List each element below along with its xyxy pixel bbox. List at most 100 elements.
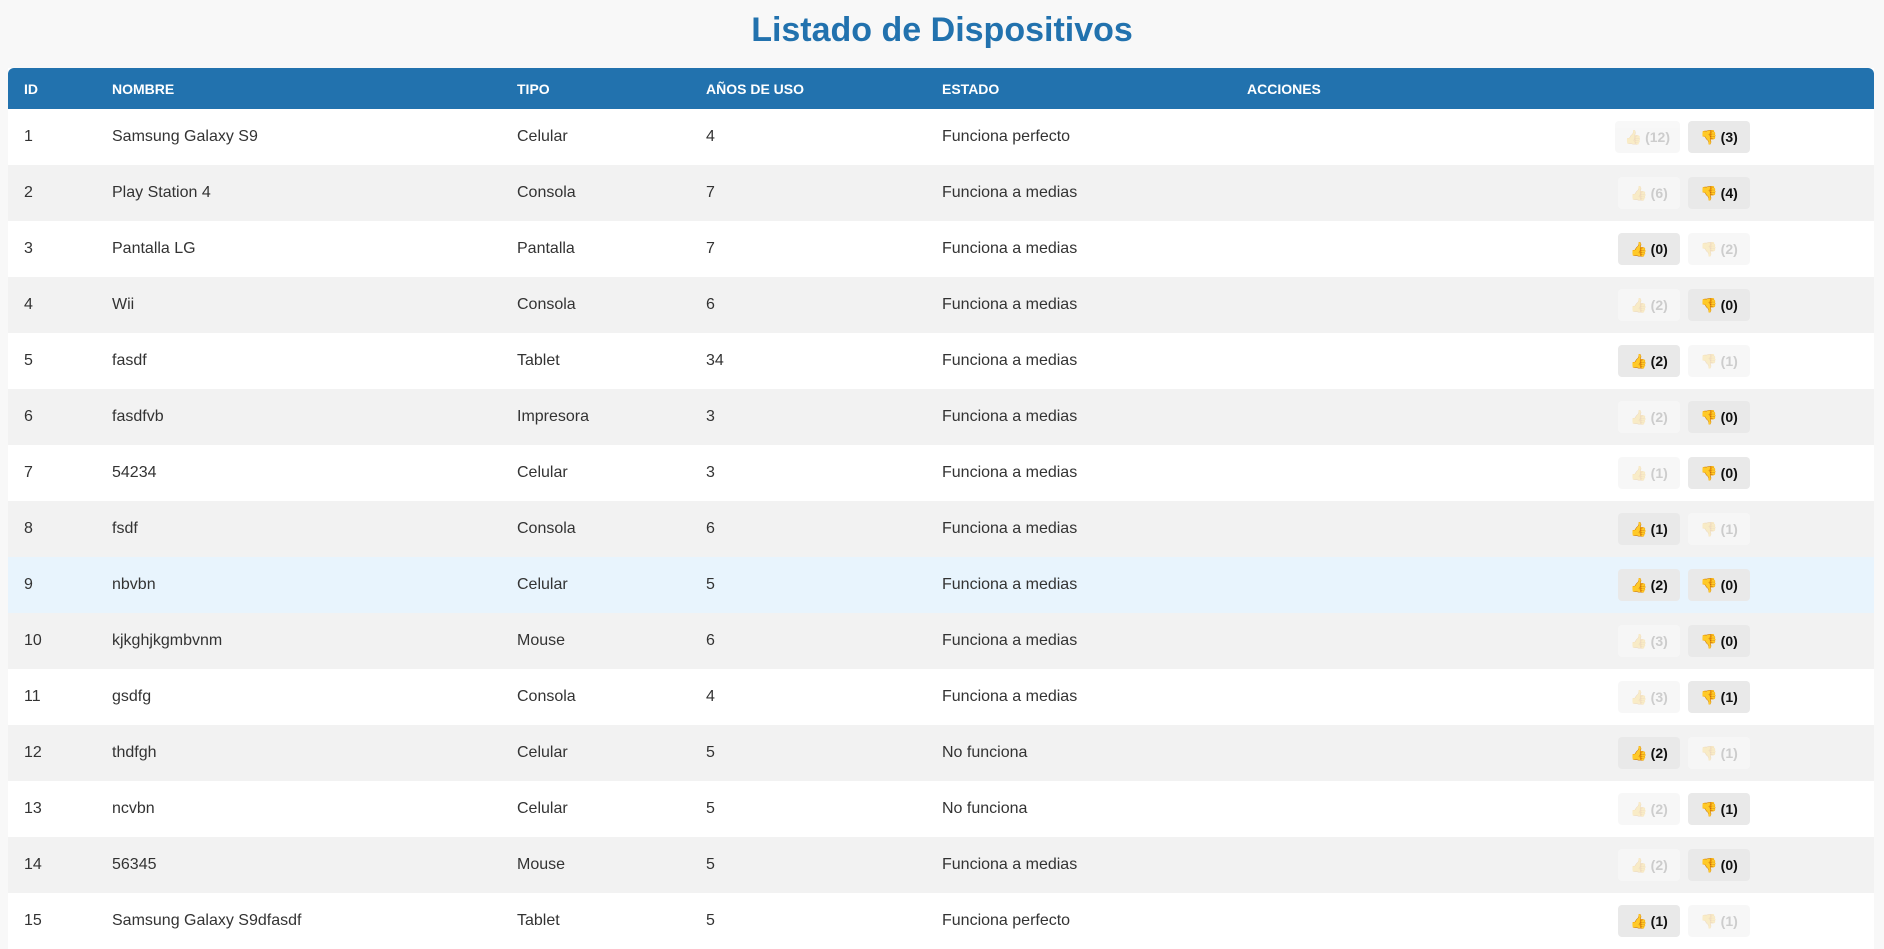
dislike-count: (0) (1720, 409, 1738, 425)
like-count: (1) (1650, 913, 1668, 929)
cell-id: 7 (8, 445, 96, 501)
thumbs-up-icon: 👍 (1630, 352, 1648, 369)
thumbs-up-icon: 👍 (1630, 184, 1648, 201)
thumbs-up-icon: 👍 (1630, 520, 1648, 537)
cell-anios-de-uso: 7 (690, 221, 926, 277)
thumbs-down-icon: 👎 (1700, 240, 1718, 257)
dislike-button[interactable]: 👎 (0) (1688, 289, 1750, 321)
dislike-count: (0) (1720, 577, 1738, 593)
vote-actions: 👍 (2) 👎 (0) (1231, 401, 1874, 433)
cell-nombre: nbvbn (96, 557, 501, 613)
dislike-button[interactable]: 👎 (4) (1688, 177, 1750, 209)
dislike-count: (0) (1720, 297, 1738, 313)
dislike-button[interactable]: 👎 (0) (1688, 569, 1750, 601)
vote-actions: 👍 (3) 👎 (0) (1231, 625, 1874, 657)
column-header-nombre: NOMBRE (96, 68, 501, 109)
like-button[interactable]: 👍 (2) (1618, 849, 1680, 881)
page-title: Listado de Dispositivos (751, 11, 1133, 49)
cell-acciones: 👍 (1) 👎 (1) (1231, 501, 1874, 557)
like-button[interactable]: 👍 (1) (1618, 905, 1680, 937)
cell-acciones: 👍 (2) 👎 (1) (1231, 781, 1874, 837)
thumbs-up-icon: 👍 (1630, 240, 1648, 257)
like-button[interactable]: 👍 (2) (1618, 737, 1680, 769)
cell-anios-de-uso: 5 (690, 725, 926, 781)
cell-nombre: Play Station 4 (96, 165, 501, 221)
dislike-button[interactable]: 👎 (2) (1688, 233, 1750, 265)
thumbs-down-icon: 👎 (1700, 520, 1718, 537)
cell-estado: Funciona a medias (926, 445, 1231, 501)
dislike-count: (1) (1720, 913, 1738, 929)
dislike-button[interactable]: 👎 (1) (1688, 513, 1750, 545)
cell-tipo: Consola (501, 501, 690, 557)
like-button[interactable]: 👍 (2) (1618, 401, 1680, 433)
dislike-button[interactable]: 👎 (0) (1688, 849, 1750, 881)
column-header-anios-de-uso: AÑOS DE USO (690, 68, 926, 109)
table-row: 13 ncvbn Celular 5 No funciona 👍 (2) 👎 (1) (8, 781, 1874, 837)
dislike-button[interactable]: 👎 (1) (1688, 793, 1750, 825)
like-count: (2) (1650, 857, 1668, 873)
table-row: 15 Samsung Galaxy S9dfasdf Tablet 5 Funciona… (8, 893, 1874, 949)
cell-id: 1 (8, 109, 96, 165)
cell-estado: Funciona a medias (926, 669, 1231, 725)
cell-tipo: Tablet (501, 893, 690, 949)
dislike-button[interactable]: 👎 (0) (1688, 401, 1750, 433)
column-header-tipo: TIPO (501, 68, 690, 109)
cell-tipo: Celular (501, 109, 690, 165)
cell-estado: Funciona a medias (926, 389, 1231, 445)
like-count: (2) (1650, 297, 1668, 313)
like-button[interactable]: 👍 (2) (1618, 289, 1680, 321)
column-header-acciones: ACCIONES (1231, 68, 1874, 109)
cell-acciones: 👍 (1) 👎 (1) (1231, 893, 1874, 949)
like-button[interactable]: 👍 (12) (1614, 121, 1680, 153)
cell-estado: Funciona a medias (926, 277, 1231, 333)
cell-acciones: 👍 (1) 👎 (0) (1231, 445, 1874, 501)
table-row: 14 56345 Mouse 5 Funciona a medias 👍 (2) 👎 (0) (8, 837, 1874, 893)
thumbs-up-icon: 👍 (1630, 408, 1648, 425)
like-button[interactable]: 👍 (0) (1618, 233, 1680, 265)
cell-anios-de-uso: 7 (690, 165, 926, 221)
thumbs-down-icon: 👎 (1700, 128, 1718, 145)
dislike-button[interactable]: 👎 (0) (1688, 625, 1750, 657)
dislike-button[interactable]: 👎 (0) (1688, 457, 1750, 489)
table-row: 7 54234 Celular 3 Funciona a medias 👍 (1) 👎 (0) (8, 445, 1874, 501)
like-button[interactable]: 👍 (2) (1618, 345, 1680, 377)
like-button[interactable]: 👍 (3) (1618, 681, 1680, 713)
like-count: (3) (1650, 689, 1668, 705)
cell-anios-de-uso: 5 (690, 557, 926, 613)
table-row: 12 thdfgh Celular 5 No funciona 👍 (2) 👎 (1) (8, 725, 1874, 781)
dislike-button[interactable]: 👎 (1) (1688, 681, 1750, 713)
cell-nombre: ncvbn (96, 781, 501, 837)
like-button[interactable]: 👍 (6) (1618, 177, 1680, 209)
cell-tipo: Mouse (501, 837, 690, 893)
dislike-count: (2) (1720, 241, 1738, 257)
like-button[interactable]: 👍 (1) (1618, 513, 1680, 545)
table-row: 1 Samsung Galaxy S9 Celular 4 Funciona perfe… (8, 109, 1874, 165)
thumbs-down-icon: 👎 (1700, 912, 1718, 929)
vote-actions: 👍 (2) 👎 (0) (1231, 289, 1874, 321)
thumbs-down-icon: 👎 (1700, 184, 1718, 201)
dislike-count: (1) (1720, 521, 1738, 537)
like-button[interactable]: 👍 (2) (1618, 793, 1680, 825)
vote-actions: 👍 (1) 👎 (1) (1231, 513, 1874, 545)
dislike-button[interactable]: 👎 (1) (1688, 737, 1750, 769)
cell-acciones: 👍 (2) 👎 (0) (1231, 389, 1874, 445)
thumbs-up-icon: 👍 (1630, 800, 1648, 817)
thumbs-up-icon: 👍 (1630, 688, 1648, 705)
like-button[interactable]: 👍 (1) (1618, 457, 1680, 489)
dislike-button[interactable]: 👎 (3) (1688, 121, 1750, 153)
cell-acciones: 👍 (3) 👎 (0) (1231, 613, 1874, 669)
thumbs-down-icon: 👎 (1700, 464, 1718, 481)
table-row: 8 fsdf Consola 6 Funciona a medias 👍 (1) 👎 (1) (8, 501, 1874, 557)
dislike-button[interactable]: 👎 (1) (1688, 345, 1750, 377)
thumbs-down-icon: 👎 (1700, 632, 1718, 649)
dislike-button[interactable]: 👎 (1) (1688, 905, 1750, 937)
like-button[interactable]: 👍 (3) (1618, 625, 1680, 657)
like-button[interactable]: 👍 (2) (1618, 569, 1680, 601)
cell-estado: Funciona perfecto (926, 109, 1231, 165)
cell-anios-de-uso: 3 (690, 389, 926, 445)
cell-estado: Funciona a medias (926, 613, 1231, 669)
like-count: (2) (1650, 353, 1668, 369)
devices-table-container: ID NOMBRE TIPO AÑOS DE USO ESTADO ACCION… (8, 68, 1874, 949)
like-count: (6) (1650, 185, 1668, 201)
vote-actions: 👍 (12) 👎 (3) (1231, 121, 1874, 153)
